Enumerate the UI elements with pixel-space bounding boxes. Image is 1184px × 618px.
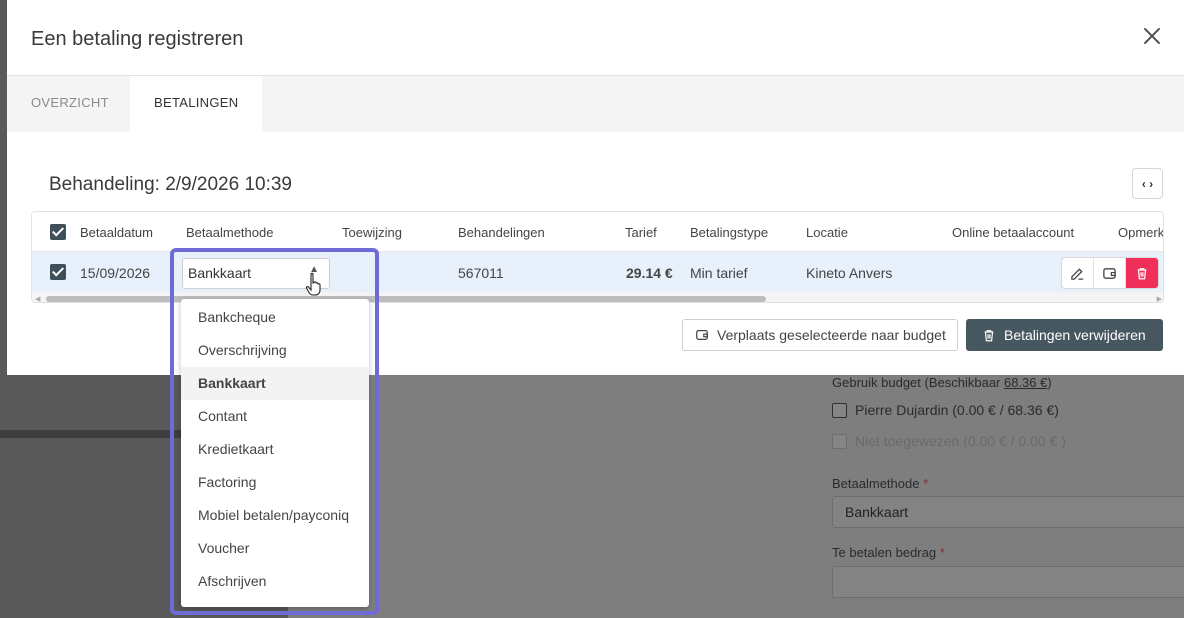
delete-payments-label: Betalingen verwijderen — [1004, 327, 1146, 343]
scroll-right-icon[interactable]: ▶ — [1157, 295, 1162, 302]
trash-icon — [984, 329, 994, 341]
header-locatie[interactable]: Locatie — [806, 225, 848, 240]
payment-method-value: Bankkaart — [188, 265, 252, 281]
budget-checkbox-disabled — [832, 433, 847, 449]
header-opmerking[interactable]: Opmerk — [1118, 225, 1163, 240]
modal-title: Een betaling registreren — [31, 28, 244, 50]
payments-table: Betaaldatum Betaalmethode Toewijzing Beh… — [31, 211, 1164, 303]
budget-amount[interactable]: 68.36 € — [1004, 375, 1047, 390]
cell-betaaldatum: 15/09/2026 — [80, 265, 151, 281]
delete-payments-button[interactable]: Betalingen verwijderen — [966, 319, 1163, 351]
modal-header: Een betaling registreren — [7, 0, 1184, 76]
wallet-icon[interactable] — [1094, 258, 1126, 288]
payment-method-options: Bankcheque Overschrijving Bankkaart Cont… — [181, 299, 369, 607]
close-icon[interactable] — [1141, 25, 1163, 47]
budget-option-unassigned: Niet toegewezen (0.00 € / 0.00 € ) — [832, 433, 1066, 449]
cell-behandelingen: 567011 — [458, 265, 504, 281]
tab-overzicht[interactable]: OVERZICHT — [7, 76, 133, 132]
cell-tarief: 29.14 € — [626, 265, 673, 281]
row-actions — [1061, 257, 1159, 289]
option-mobiel-betalen[interactable]: Mobiel betalen/payconiq — [181, 499, 369, 532]
option-bankkaart[interactable]: Bankkaart — [181, 367, 369, 400]
option-overschrijving[interactable]: Overschrijving — [181, 334, 369, 367]
scroll-left-icon[interactable]: ◀ — [35, 295, 40, 302]
section-title: Behandeling: 2/9/2026 10:39 — [49, 174, 292, 195]
header-betalingstype[interactable]: Betalingstype — [690, 225, 768, 240]
move-to-budget-button[interactable]: Verplaats geselecteerde naar budget — [682, 319, 958, 351]
table-header-row: Betaaldatum Betaalmethode Toewijzing Beh… — [32, 212, 1163, 252]
wallet-icon — [696, 330, 708, 340]
trash-icon[interactable] — [1126, 258, 1158, 288]
header-toewijzing[interactable]: Toewijzing — [342, 225, 402, 240]
option-bankcheque[interactable]: Bankcheque — [181, 301, 369, 334]
hand-cursor-icon — [305, 272, 323, 298]
option-kredietkaart[interactable]: Kredietkaart — [181, 433, 369, 466]
option-factoring[interactable]: Factoring — [181, 466, 369, 499]
move-to-budget-label: Verplaats geselecteerde naar budget — [717, 327, 946, 343]
header-online-betaalaccount[interactable]: Online betaalaccount — [952, 225, 1074, 240]
cell-betalingstype: Min tarief — [690, 265, 748, 281]
header-betaalmethode[interactable]: Betaalmethode — [186, 225, 273, 240]
option-contant[interactable]: Contant — [181, 400, 369, 433]
option-voucher[interactable]: Voucher — [181, 532, 369, 565]
select-all-checkbox[interactable] — [50, 224, 66, 240]
header-behandelingen[interactable]: Behandelingen — [458, 225, 545, 240]
background-divider — [0, 430, 190, 438]
cell-locatie: Kineto Anvers — [806, 265, 893, 281]
tab-betalingen[interactable]: BETALINGEN — [130, 76, 263, 132]
amount-label: Te betalen bedrag * — [832, 545, 945, 560]
table-row[interactable]: 15/09/2026 Bankkaart ▲ 567011 29.14 € Mi… — [32, 252, 1163, 292]
code-icon: ‹ › — [1141, 176, 1154, 191]
edit-icon[interactable] — [1062, 258, 1094, 288]
amount-input[interactable] — [832, 566, 1184, 598]
tab-bar: OVERZICHT BETALINGEN — [7, 76, 1184, 132]
header-betaaldatum[interactable]: Betaaldatum — [80, 225, 153, 240]
option-afschrijven[interactable]: Afschrijven — [181, 565, 369, 598]
budget-option-pierre[interactable]: Pierre Dujardin (0.00 € / 68.36 €) — [832, 402, 1059, 418]
row-checkbox[interactable] — [50, 264, 66, 280]
payment-method-label: Betaalmethode * — [832, 476, 929, 491]
scroll-thumb[interactable] — [46, 296, 766, 302]
budget-checkbox[interactable] — [832, 402, 847, 418]
header-tarief[interactable]: Tarief — [625, 225, 657, 240]
code-toggle-button[interactable]: ‹ › — [1132, 168, 1163, 199]
budget-available-text: Gebruik budget (Beschikbaar 68.36 €) — [832, 375, 1052, 390]
background-payment-form: Gebruik budget (Beschikbaar 68.36 €) Pie… — [820, 372, 1184, 618]
payment-method-select[interactable]: Bankkaart — [832, 496, 1184, 528]
